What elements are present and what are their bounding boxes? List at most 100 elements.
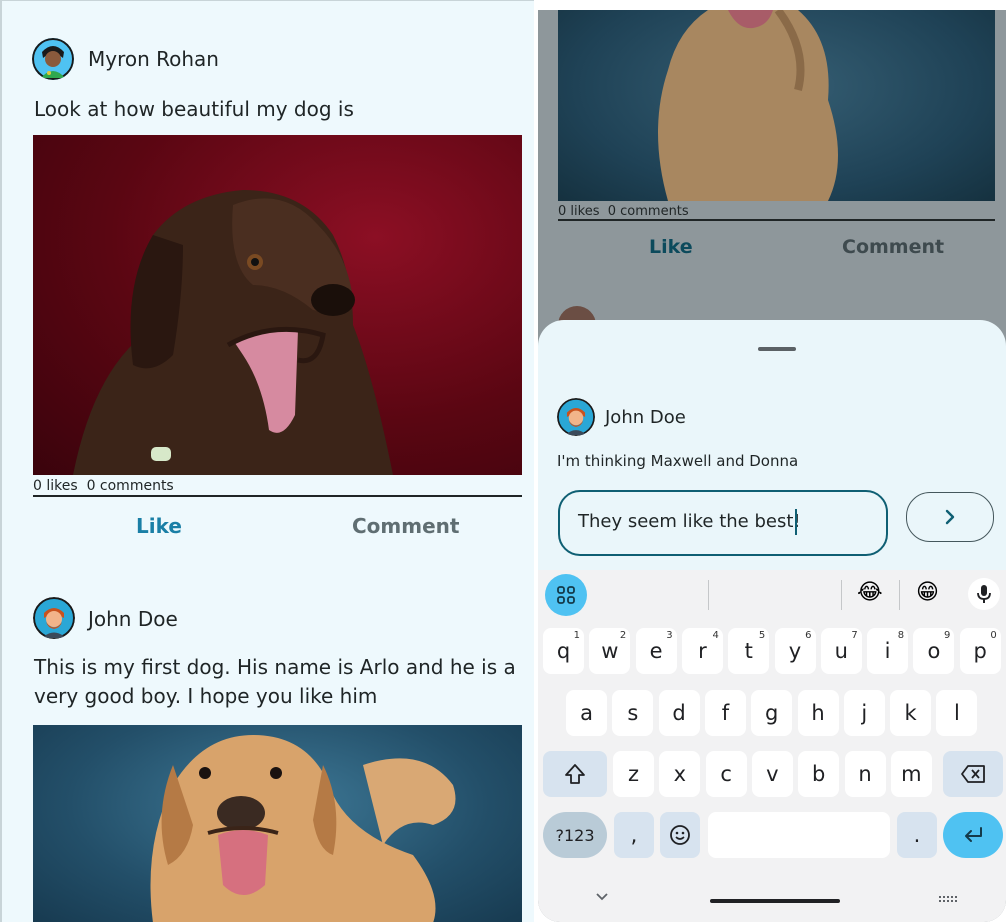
- dimmed-post-photo: [558, 10, 995, 201]
- post-caption: This is my first dog. His name is Arlo a…: [34, 653, 516, 711]
- key-number-hint: 3: [666, 630, 673, 641]
- comment-button[interactable]: Comment: [352, 514, 459, 538]
- key-letter: e: [649, 639, 663, 663]
- key-k[interactable]: k: [890, 690, 932, 736]
- text-cursor: [795, 509, 797, 535]
- emoji-key[interactable]: [660, 812, 700, 858]
- key-letter: r: [698, 639, 707, 663]
- likes-count: 0 likes: [33, 478, 78, 494]
- key-f[interactable]: f: [704, 690, 746, 736]
- key-s[interactable]: s: [612, 690, 654, 736]
- key-x[interactable]: x: [659, 751, 701, 797]
- key-e[interactable]: e3: [635, 628, 677, 674]
- emoji-icon: [670, 825, 690, 845]
- post-author-name[interactable]: Myron Rohan: [88, 47, 219, 71]
- key-a[interactable]: a: [566, 690, 607, 736]
- microphone-icon[interactable]: [968, 578, 1000, 610]
- suggestion-divider: [708, 580, 709, 610]
- key-number-hint: 8: [897, 630, 905, 641]
- comma-key[interactable]: ,: [614, 812, 654, 858]
- key-m[interactable]: m: [890, 751, 932, 797]
- key-w[interactable]: w2: [589, 628, 631, 674]
- comment-text: I'm thinking Maxwell and Donna: [557, 452, 799, 470]
- key-letter: i: [884, 639, 891, 663]
- key-v[interactable]: v: [751, 751, 793, 797]
- chevron-right-icon: [945, 509, 955, 525]
- period-key[interactable]: .: [897, 812, 937, 858]
- newfoundland-dog-image: [73, 190, 393, 475]
- enter-key[interactable]: [943, 812, 1003, 858]
- post-photo[interactable]: [33, 135, 522, 475]
- key-j[interactable]: j: [843, 690, 885, 736]
- emoji-suggestion[interactable]: 😂: [857, 580, 883, 605]
- drag-handle[interactable]: [758, 347, 796, 351]
- feed-screen: Myron Rohan Look at how beautiful my dog…: [0, 0, 534, 922]
- key-l[interactable]: l: [936, 690, 978, 736]
- key-number-hint: 9: [944, 630, 951, 641]
- key-r[interactable]: r4: [681, 628, 723, 674]
- key-o[interactable]: o9: [913, 628, 955, 674]
- post-author-name[interactable]: John Doe: [88, 607, 178, 631]
- comment-input[interactable]: They seem like the best!: [558, 490, 888, 556]
- key-letter: w: [601, 639, 619, 663]
- enter-icon: [965, 827, 982, 842]
- avatar[interactable]: [557, 398, 595, 436]
- symbols-key[interactable]: ?123: [543, 812, 607, 858]
- key-y[interactable]: y6: [774, 628, 816, 674]
- key-letter: t: [744, 639, 753, 663]
- avatar[interactable]: [32, 38, 74, 80]
- key-c[interactable]: c: [705, 751, 747, 797]
- backspace-icon: [961, 765, 985, 783]
- backspace-key[interactable]: [943, 751, 1003, 797]
- likes-count: 0 likes: [558, 204, 600, 219]
- comment-author-name[interactable]: John Doe: [605, 407, 686, 428]
- shift-icon: [565, 764, 585, 784]
- key-i[interactable]: i8: [867, 628, 909, 674]
- key-n[interactable]: n: [844, 751, 886, 797]
- apps-grid-icon[interactable]: [545, 574, 587, 616]
- emoji-suggestion[interactable]: 😁: [916, 580, 939, 605]
- post-caption-line: very good boy. I hope you like him: [34, 684, 378, 708]
- key-letter: o: [927, 639, 941, 663]
- home-indicator[interactable]: [710, 899, 840, 903]
- post-stats: 0 likes 0 comments: [33, 478, 174, 494]
- key-p[interactable]: p0: [959, 628, 1001, 674]
- comments-count: 0 comments: [86, 478, 174, 494]
- key-letter: u: [834, 639, 848, 663]
- suggestion-divider: [841, 580, 842, 610]
- key-letter: q: [556, 639, 571, 663]
- key-z[interactable]: z: [613, 751, 654, 797]
- key-u[interactable]: u7: [820, 628, 862, 674]
- avatar[interactable]: [33, 597, 75, 639]
- key-g[interactable]: g: [751, 690, 793, 736]
- keyboard-icon[interactable]: [938, 890, 960, 909]
- comment-input-value: They seem like the best!: [578, 511, 801, 532]
- key-h[interactable]: h: [797, 690, 839, 736]
- comments-count: 0 comments: [607, 204, 689, 219]
- shift-key[interactable]: [543, 751, 607, 797]
- key-q[interactable]: q1: [543, 628, 584, 674]
- comment-screen: 0 likes 0 comments Like Comment John Doe…: [538, 10, 1006, 922]
- comment-button[interactable]: Comment: [842, 236, 944, 258]
- like-button[interactable]: Like: [136, 514, 182, 538]
- key-t[interactable]: t5: [728, 628, 770, 674]
- key-number-hint: 6: [805, 630, 812, 641]
- like-button[interactable]: Like: [649, 236, 693, 258]
- post-photo[interactable]: [33, 725, 522, 922]
- key-number-hint: 7: [851, 630, 858, 641]
- key-b[interactable]: b: [798, 751, 840, 797]
- space-key[interactable]: [708, 812, 890, 858]
- golden-retriever-image: [150, 735, 456, 922]
- post-stats: 0 likes 0 comments: [558, 204, 689, 219]
- comment-bottom-sheet: John Doe I'm thinking Maxwell and Donna …: [538, 320, 1006, 570]
- key-number-hint: 0: [990, 630, 997, 641]
- key-number-hint: 1: [573, 630, 580, 641]
- suggestion-divider: [899, 580, 900, 610]
- post-divider: [558, 219, 995, 221]
- soft-keyboard: 😂 😁 ?123 , . q 1 w 2 e 3 r 4 t 5 y 6 u 7…: [538, 570, 1006, 922]
- post-caption-line: This is my first dog. His name is Arlo a…: [34, 655, 516, 679]
- key-number-hint: 4: [712, 630, 719, 641]
- chevron-down-icon[interactable]: [594, 888, 610, 907]
- send-button[interactable]: [906, 492, 994, 542]
- key-d[interactable]: d: [658, 690, 700, 736]
